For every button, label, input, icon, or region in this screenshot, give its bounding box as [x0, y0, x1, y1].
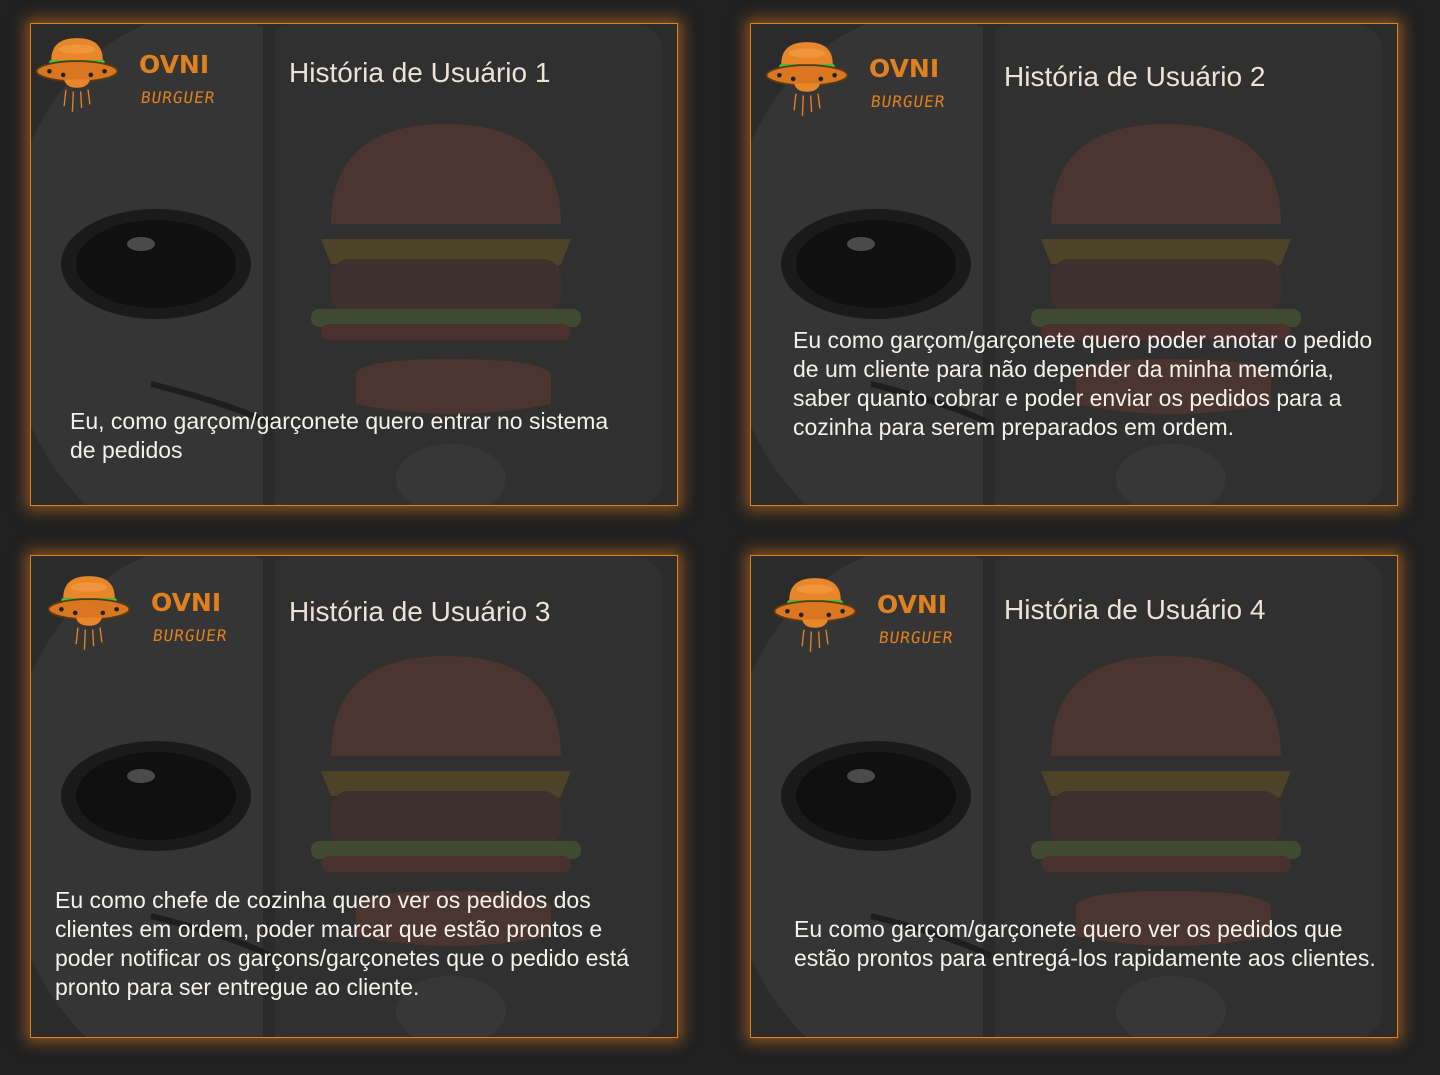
story-text: Eu como garçom/garçonete quero poder ano… — [793, 327, 1373, 440]
brand-logo: OVNI BURGUER — [43, 570, 253, 660]
user-story-card-2: OVNI BURGUER História de Usuário 2 Eu co… — [750, 23, 1398, 506]
brand-subname: BURGUER — [139, 88, 217, 107]
user-story-card-3: OVNI BURGUER História de Usuário 3 Eu co… — [30, 555, 678, 1038]
brand-name: OVNI — [151, 588, 222, 617]
brand-name: OVNI — [869, 54, 940, 83]
story-text: Eu como chefe de cozinha quero ver os pe… — [55, 887, 630, 1000]
brand-logo: OVNI BURGUER — [31, 32, 241, 122]
brand-subname: BURGUER — [877, 628, 955, 647]
card-title: História de Usuário 1 — [289, 57, 551, 88]
brand-name: OVNI — [877, 590, 948, 619]
ufo-burger-icon — [43, 570, 135, 654]
ufo-burger-icon — [769, 572, 861, 656]
story-text: Eu como garçom/garçonete quero ver os pe… — [794, 916, 1376, 971]
brand-name: OVNI — [139, 50, 210, 79]
brand-logo: OVNI BURGUER — [769, 572, 979, 662]
user-story-card-4: OVNI BURGUER História de Usuário 4 Eu co… — [750, 555, 1398, 1038]
card-title: História de Usuário 4 — [1004, 594, 1266, 625]
ufo-burger-icon — [761, 36, 853, 120]
brand-logo: OVNI BURGUER — [761, 36, 971, 126]
card-title: História de Usuário 3 — [289, 596, 551, 627]
brand-subname: BURGUER — [151, 626, 229, 645]
story-text: Eu, como garçom/garçonete quero entrar n… — [70, 408, 609, 463]
card-title: História de Usuário 2 — [1004, 61, 1266, 92]
ufo-burger-icon — [31, 32, 123, 116]
brand-subname: BURGUER — [869, 92, 947, 111]
user-story-card-1: OVNI BURGUER História de Usuário 1 Eu, c… — [30, 23, 678, 506]
